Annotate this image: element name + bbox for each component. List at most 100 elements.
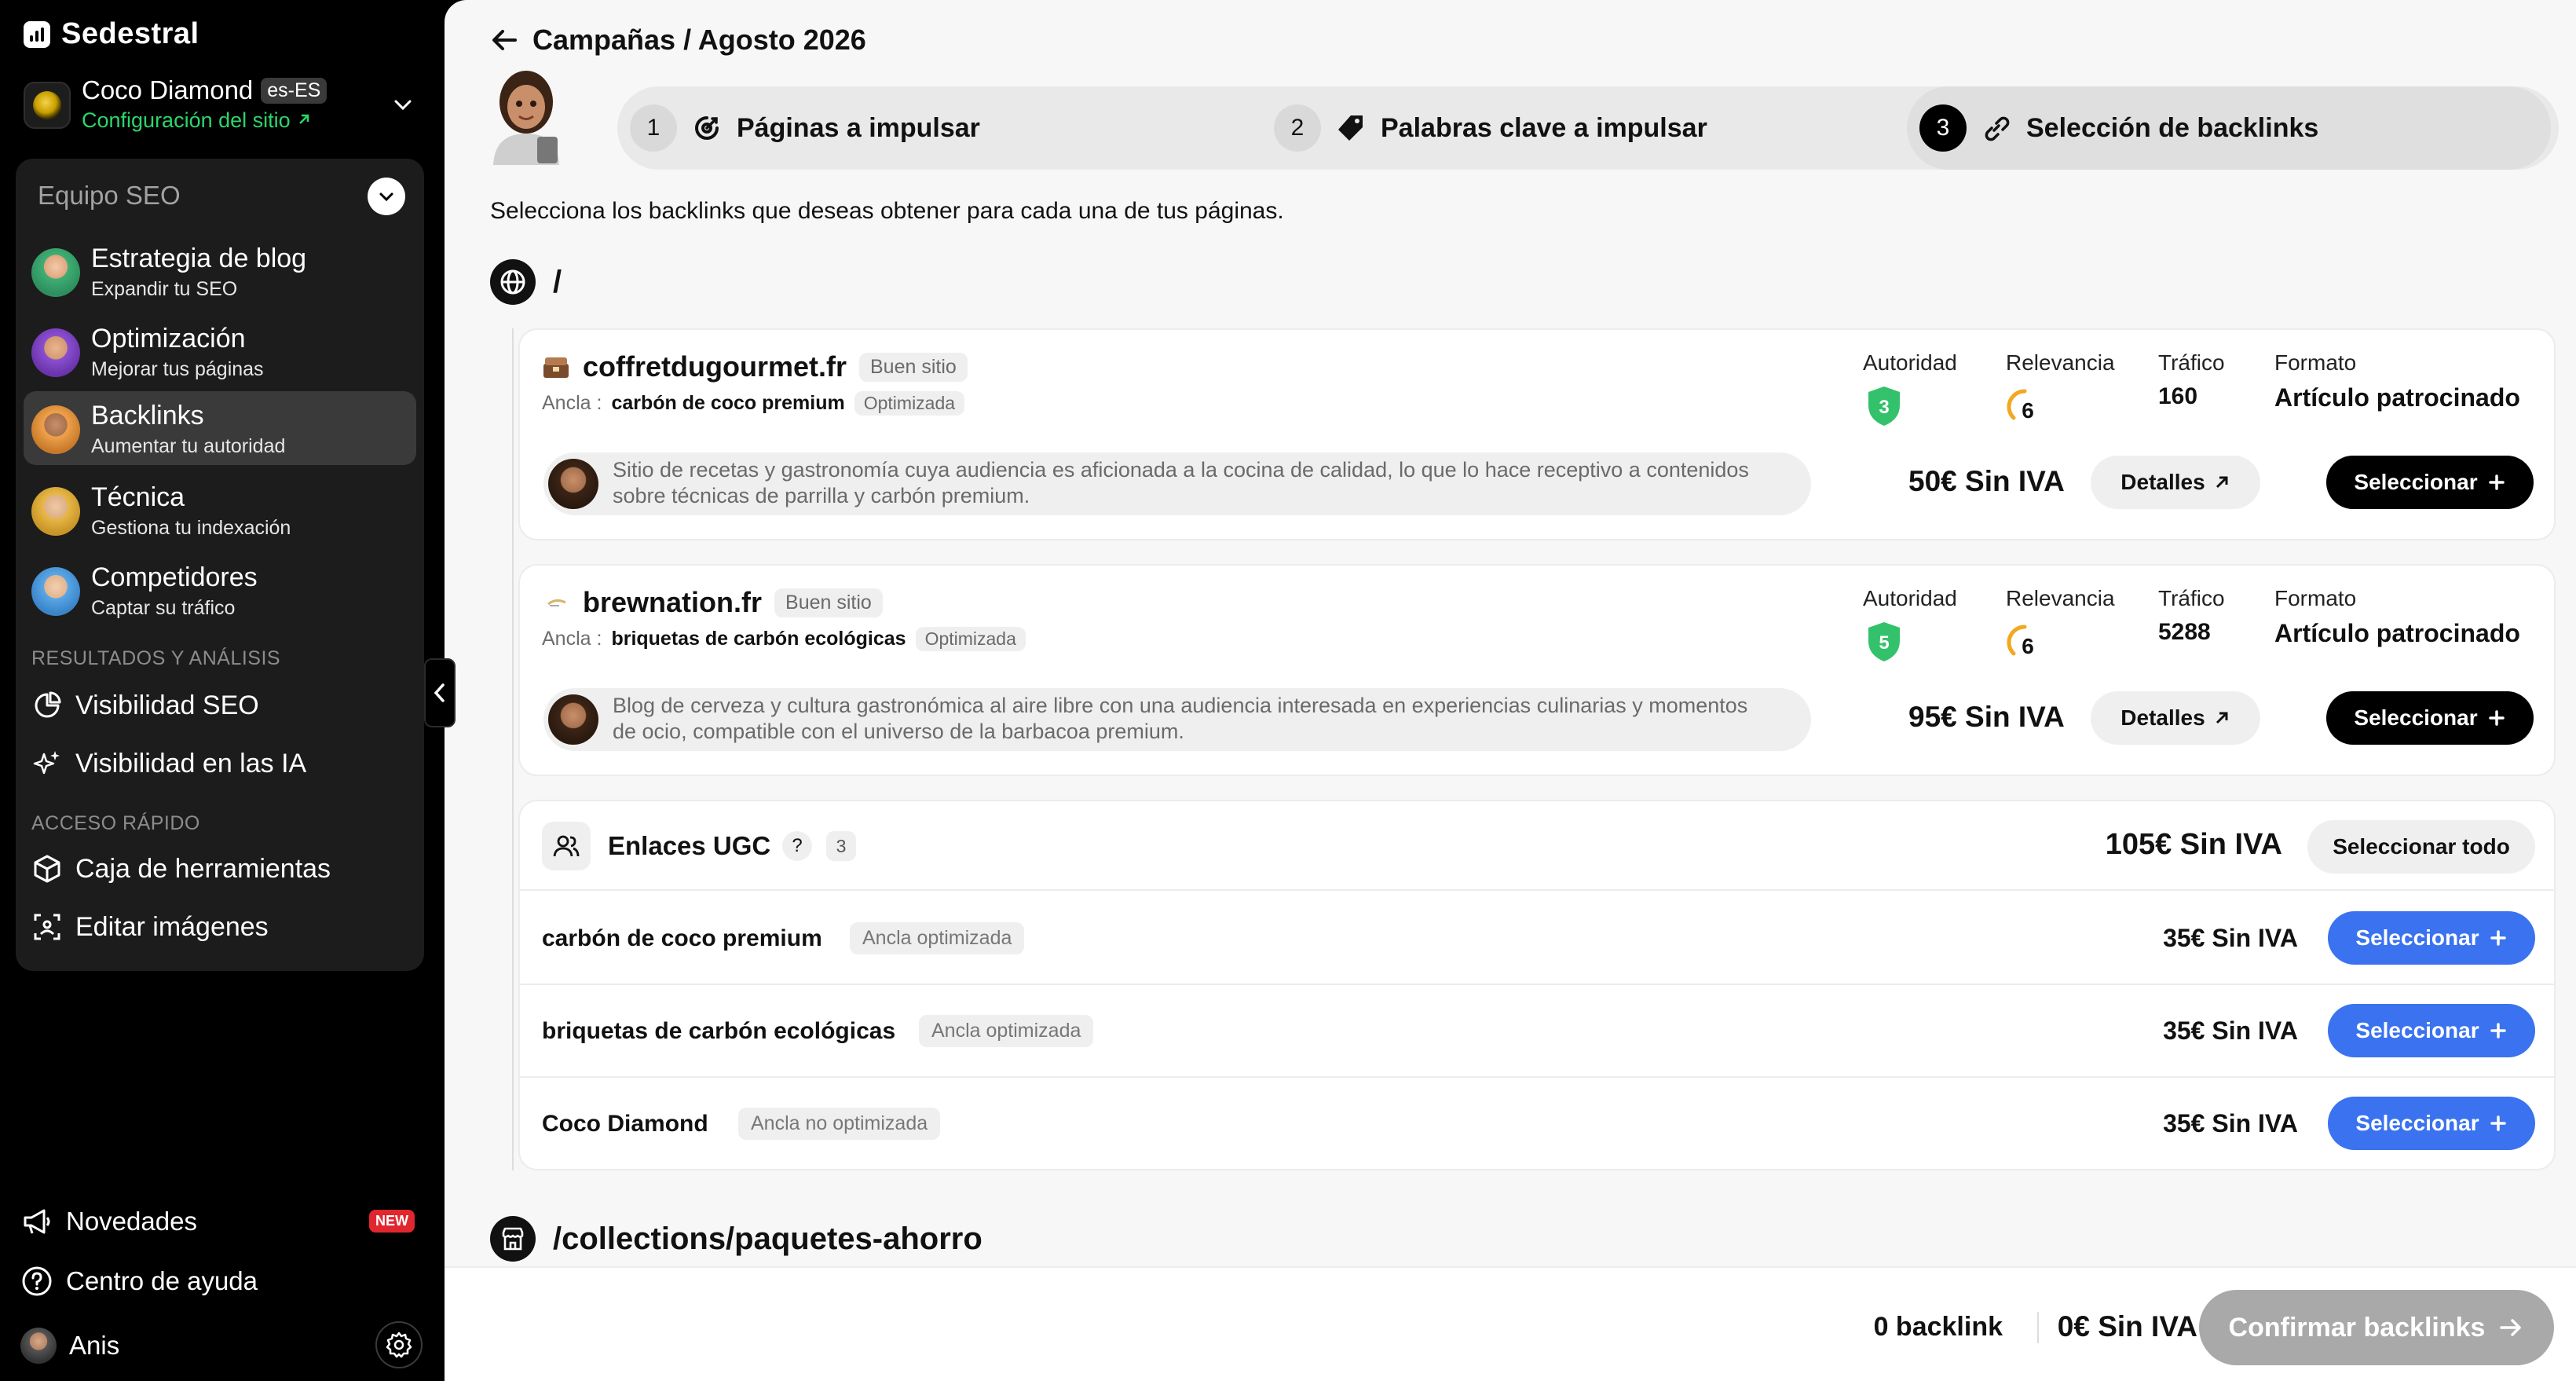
authority-value: 5 [1879, 632, 1889, 654]
plus-icon [2490, 930, 2506, 946]
anchor-status-badge: Optimizada [915, 627, 1026, 651]
agent-avatar [31, 567, 80, 616]
pie-chart-icon [35, 691, 61, 718]
agent-competitors[interactable]: Competidores Captar su tráfico [24, 553, 416, 627]
nav-help-center[interactable]: Centro de ayuda [20, 1265, 258, 1298]
offer-price: 95€ Sin IVA [1908, 701, 2065, 733]
traffic-value: 5288 [2158, 619, 2211, 645]
page-path: /collections/paquetes-ahorro [553, 1221, 982, 1256]
nav-label: Caja de herramientas [75, 853, 331, 884]
offer-anchor-row: Ancla : carbón de coco premium Optimizad… [542, 391, 965, 416]
box-icon [34, 855, 60, 883]
details-button[interactable]: Detalles [2091, 456, 2260, 509]
tag-icon [1338, 115, 1363, 141]
site-favicon [543, 357, 569, 378]
anchor-status-badge: Optimizada [854, 391, 965, 416]
select-all-button[interactable]: Seleccionar todo [2307, 820, 2535, 874]
offer-domain[interactable]: coffretdugourmet.fr [583, 350, 847, 383]
anchor-label: Ancla : [542, 628, 602, 650]
agent-avatar [31, 405, 80, 454]
nav-label: Editar imágenes [75, 911, 269, 942]
step-pages[interactable]: 1 Páginas a impulsar [630, 86, 980, 170]
sidebar-collapse-button[interactable] [424, 658, 456, 727]
authority-shield-icon: 3 [1868, 386, 1900, 426]
chevron-down-icon [379, 192, 393, 202]
relevance-value: 6 [2022, 634, 2034, 658]
nav-ai-visibility[interactable]: Visibilidad en las IA [31, 740, 306, 787]
section-results-label: RESULTADOS Y ANÁLISIS [31, 647, 281, 669]
nav-label: Centro de ayuda [66, 1266, 258, 1295]
select-button[interactable]: Seleccionar [2328, 911, 2535, 965]
ugc-price: 35€ Sin IVA [2163, 1017, 2298, 1045]
user-name: Anis [69, 1331, 120, 1360]
chevron-down-icon[interactable] [390, 91, 416, 118]
ugc-total-price: 105€ Sin IVA [2105, 828, 2282, 861]
step-label: Páginas a impulsar [737, 112, 980, 143]
ugc-row: briquetas de carbón ecológicas Ancla opt… [520, 985, 2554, 1078]
user-avatar [20, 1328, 57, 1364]
team-collapse-toggle[interactable] [368, 178, 405, 215]
user-profile[interactable]: Anis [20, 1328, 119, 1364]
select-button[interactable]: Seleccionar [2326, 456, 2534, 509]
authority-shield-icon: 5 [1868, 622, 1900, 661]
agent-backlinks[interactable]: Backlinks Aumentar tu autoridad [24, 391, 416, 465]
agent-avatar [31, 328, 80, 377]
selected-count: 0 backlink [1873, 1312, 2003, 1342]
metric-label: Relevancia [2006, 350, 2115, 375]
link-icon [1985, 116, 2010, 141]
button-label: Seleccionar [2354, 705, 2478, 730]
offer-price: 50€ Sin IVA [1908, 465, 2065, 497]
agent-optimization[interactable]: Optimización Mejorar tus páginas [24, 314, 416, 388]
agent-avatar [31, 248, 80, 297]
anchor-status-badge: Ancla optimizada [850, 922, 1025, 954]
anchor-label: Ancla : [542, 392, 602, 414]
metric-label: Autoridad [1863, 586, 1957, 610]
select-button[interactable]: Seleccionar [2328, 1097, 2535, 1150]
format-value: Artículo patrocinado [2274, 619, 2520, 647]
step-backlinks[interactable]: 3 Selección de backlinks [1907, 86, 2551, 170]
plus-icon [2488, 474, 2505, 490]
metric-label: Formato [2274, 350, 2357, 375]
site-favicon [547, 599, 566, 606]
step-keywords[interactable]: 2 Palabras clave a impulsar [1274, 86, 1707, 170]
confirm-backlinks-button[interactable]: Confirmar backlinks [2199, 1290, 2554, 1365]
select-button[interactable]: Seleccionar [2328, 1004, 2535, 1057]
page-header-collections: /collections/paquetes-ahorro [490, 1216, 982, 1262]
site-config-link[interactable]: Configuración del sitio [82, 108, 312, 133]
instructions-text: Selecciona los backlinks que deseas obte… [490, 198, 1284, 224]
details-button[interactable]: Detalles [2091, 691, 2260, 745]
arrow-left-icon[interactable] [488, 24, 520, 56]
agent-subtitle: Expandir tu SEO [91, 278, 238, 300]
seo-team-panel: Equipo SEO Estrategia de blog Expandir t… [16, 159, 424, 971]
plus-icon [2488, 710, 2505, 726]
metric-label: Tráfico [2158, 586, 2225, 610]
nav-news[interactable]: Novedades [20, 1205, 197, 1238]
sparkles-icon [33, 751, 60, 775]
button-label: Seleccionar [2355, 1111, 2479, 1135]
select-button[interactable]: Seleccionar [2326, 691, 2534, 745]
relevance-gauge-icon: 6 [2007, 625, 2034, 658]
button-label: Detalles [2120, 705, 2205, 730]
page-path: / [553, 264, 562, 299]
page-header-root: / [490, 259, 562, 305]
site-switcher[interactable]: Coco Diamond es-ES Configuración del siti… [24, 74, 416, 137]
divider [2037, 1312, 2039, 1343]
button-label: Seleccionar [2354, 470, 2478, 494]
help-tooltip-icon[interactable]: ? [782, 831, 812, 861]
offer-site-row: brewnation.fr Buen sitio [542, 586, 883, 619]
metric-authority: Autoridad [1863, 350, 1957, 375]
nav-seo-visibility[interactable]: Visibilidad SEO [31, 682, 259, 729]
settings-button[interactable] [375, 1321, 423, 1368]
arrow-up-right-icon [299, 114, 309, 124]
brand[interactable]: Sedestral [24, 17, 199, 51]
metric-relevance: Relevancia [2006, 586, 2115, 611]
nav-edit-images[interactable]: Editar imágenes [31, 903, 269, 951]
offer-domain[interactable]: brewnation.fr [583, 586, 762, 619]
nav-toolbox[interactable]: Caja de herramientas [31, 845, 331, 892]
agent-blog-strategy[interactable]: Estrategia de blog Expandir tu SEO [24, 234, 416, 308]
ugc-count-badge: 3 [826, 831, 856, 861]
agent-technical[interactable]: Técnica Gestiona tu indexación [24, 473, 416, 547]
button-label: Seleccionar [2355, 1018, 2479, 1042]
agent-avatar [548, 459, 598, 509]
authority-value: 3 [1879, 397, 1889, 418]
